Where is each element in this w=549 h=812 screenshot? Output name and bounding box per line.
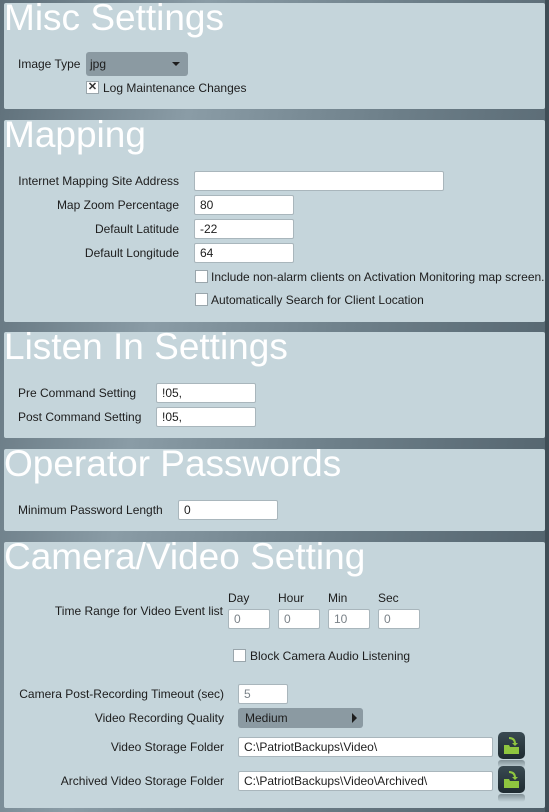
day-input[interactable] [228,609,270,629]
storage-folder-input[interactable] [238,737,493,757]
panel-title: Misc Settings [4,0,225,38]
listen-in-panel: Listen In Settings Pre Command Setting P… [4,326,545,438]
image-type-dropdown[interactable]: jpg [86,52,188,76]
quality-dropdown[interactable]: Medium [238,708,363,728]
quality-label: Video Recording Quality [94,711,224,725]
panel-title: Mapping [4,114,146,155]
archive-folder-input[interactable] [238,771,493,791]
archive-folder-label: Archived Video Storage Folder [60,774,224,788]
chevron-right-icon [352,713,357,723]
pre-command-input[interactable] [156,383,256,403]
hour-input[interactable] [278,609,320,629]
hour-label: Hour [278,591,305,605]
misc-settings-panel: Misc Settings Image Type jpg ✕ Log Maint… [4,0,545,109]
scrollbar[interactable] [545,0,549,812]
min-password-length-input[interactable] [178,500,278,520]
panel-title: Operator Passwords [4,443,342,484]
sec-label: Sec [378,591,399,605]
map-zoom-input[interactable] [194,195,294,215]
longitude-label: Default Longitude [84,246,179,260]
panel-title: Camera/Video Setting [4,536,366,577]
chevron-down-icon [172,62,180,66]
folder-open-icon [504,771,519,788]
timeout-label: Camera Post-Recording Timeout (sec) [19,687,224,701]
auto-search-checkbox[interactable] [195,293,208,306]
min-input[interactable] [328,609,370,629]
mapping-panel: Mapping Internet Mapping Site Address Ma… [4,114,545,322]
sec-input[interactable] [378,609,420,629]
log-maintenance-label: Log Maintenance Changes [103,81,247,95]
day-label: Day [228,591,250,605]
site-address-input[interactable] [194,171,444,191]
min-label: Min [328,591,348,605]
timeout-input[interactable] [238,684,288,704]
browse-storage-folder-button[interactable] [498,732,525,768]
pre-command-label: Pre Command Setting [18,386,137,400]
folder-open-icon [504,737,519,754]
panel-title: Listen In Settings [4,326,288,367]
site-address-label: Internet Mapping Site Address [18,174,179,188]
image-type-label: Image Type [18,57,81,71]
map-zoom-label: Map Zoom Percentage [56,198,179,212]
latitude-label: Default Latitude [94,222,179,236]
block-audio-label: Block Camera Audio Listening [250,649,411,663]
include-nonalarm-label: Include non-alarm clients on Activation … [211,270,545,284]
image-type-value: jpg [90,57,107,71]
longitude-input[interactable] [194,243,294,263]
block-audio-checkbox[interactable] [233,649,246,662]
quality-value: Medium [245,711,288,725]
post-command-label: Post Command Setting [18,410,142,424]
min-password-length-label: Minimum Password Length [18,503,163,517]
auto-search-label: Automatically Search for Client Location [211,293,424,307]
camera-video-panel: Camera/Video Setting Time Range for Vide… [4,536,545,808]
post-command-input[interactable] [156,407,256,427]
operator-passwords-panel: Operator Passwords Minimum Password Leng… [4,443,545,531]
storage-folder-label: Video Storage Folder [110,740,224,754]
browse-archive-folder-button[interactable] [498,766,525,802]
include-nonalarm-checkbox[interactable] [195,270,208,283]
latitude-input[interactable] [194,219,294,239]
log-maintenance-checkbox[interactable]: ✕ [86,81,99,94]
time-range-label: Time Range for Video Event list [54,604,223,618]
